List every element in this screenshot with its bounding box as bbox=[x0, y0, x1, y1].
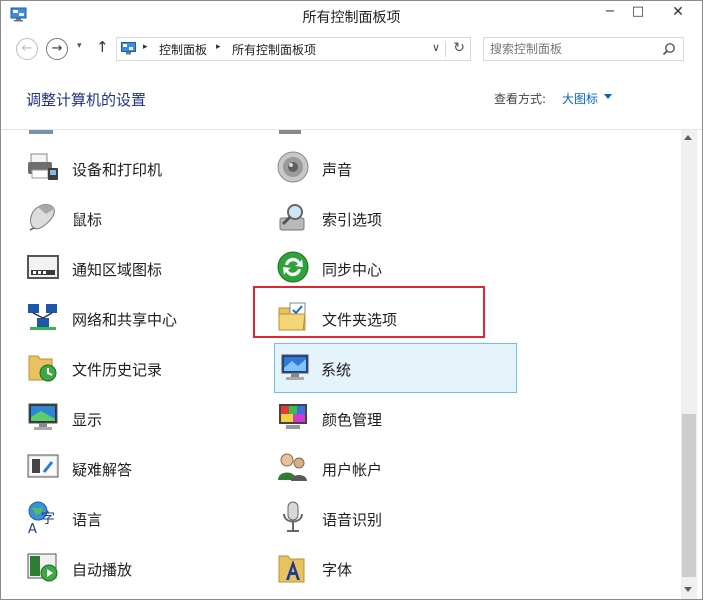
recent-locations-chevron-icon[interactable]: ▾ bbox=[77, 41, 82, 51]
item-label: 字体 bbox=[322, 561, 353, 579]
svg-text:A: A bbox=[28, 522, 37, 534]
breadcrumb-control-panel[interactable]: 控制面板 bbox=[159, 41, 207, 58]
breadcrumb-all-items[interactable]: 所有控制面板项 bbox=[232, 41, 316, 58]
scroll-up-arrow-icon[interactable] bbox=[684, 135, 692, 140]
control-panel-icon bbox=[121, 42, 136, 55]
item-label: 同步中心 bbox=[322, 261, 383, 279]
item-language[interactable]: 字 A 语言 bbox=[26, 498, 270, 538]
users-icon bbox=[278, 453, 307, 481]
item-label: 设备和打印机 bbox=[72, 161, 163, 179]
item-label: 声音 bbox=[322, 161, 353, 179]
item-file-history[interactable]: 文件历史记录 bbox=[26, 348, 270, 388]
item-indexing-options[interactable]: 索引选项 bbox=[276, 198, 520, 238]
page-title: 调整计算机的设置 bbox=[26, 91, 147, 109]
item-system[interactable]: 系统 bbox=[274, 343, 517, 393]
item-label: 颜色管理 bbox=[322, 411, 383, 429]
item-devices-printers[interactable]: 设备和打印机 bbox=[26, 148, 270, 188]
color-management-icon bbox=[279, 404, 307, 429]
item-label: 自动播放 bbox=[72, 561, 133, 579]
item-display[interactable]: 显示 bbox=[26, 398, 270, 438]
vertical-scrollbar[interactable] bbox=[681, 130, 697, 599]
item-autoplay[interactable]: 自动播放 bbox=[26, 548, 270, 588]
item-sync-center[interactable]: 同步中心 bbox=[276, 248, 520, 288]
item-color-management[interactable]: 颜色管理 bbox=[276, 398, 520, 438]
control-panel-window: 所有控制面板项 − □ ✕ ← → ▾ ↑ ▸ 控制面板 ▸ 所有控制面板项 ∨… bbox=[0, 0, 703, 600]
item-label: 语音识别 bbox=[322, 511, 383, 529]
item-label: 文件夹选项 bbox=[322, 311, 398, 329]
page-header: 调整计算机的设置 查看方式: 大图标 bbox=[1, 65, 702, 130]
address-dropdown-icon[interactable]: ∨ bbox=[432, 41, 440, 54]
items-list: 设备和打印机 声音 鼠标 索引选项 通知区域图标 同步中心 网络和共享中心 文件… bbox=[1, 130, 681, 599]
view-by-caret-icon[interactable] bbox=[604, 94, 612, 99]
display-icon bbox=[28, 403, 58, 430]
partial-item-icon bbox=[279, 130, 301, 134]
title-bar[interactable]: 所有控制面板项 − □ ✕ bbox=[1, 1, 702, 31]
navigation-bar: ← → ▾ ↑ ▸ 控制面板 ▸ 所有控制面板项 ∨ ↻ bbox=[1, 33, 702, 65]
speaker-icon bbox=[277, 151, 309, 183]
item-user-accounts[interactable]: 用户帐户 bbox=[276, 448, 520, 488]
search-icon[interactable] bbox=[662, 42, 676, 56]
network-icon bbox=[28, 304, 57, 330]
item-sound[interactable]: 声音 bbox=[276, 148, 520, 188]
item-speech-recognition[interactable]: 语音识别 bbox=[276, 498, 520, 538]
view-by-label: 查看方式: bbox=[494, 92, 547, 106]
folder-options-icon bbox=[278, 302, 306, 331]
breadcrumb-separator-icon[interactable]: ▸ bbox=[143, 42, 148, 52]
item-label: 显示 bbox=[72, 411, 103, 429]
view-by-dropdown[interactable]: 大图标 bbox=[562, 90, 598, 107]
scroll-down-arrow-icon[interactable] bbox=[684, 587, 692, 592]
file-history-icon bbox=[28, 355, 57, 382]
taskbar-icon bbox=[27, 255, 59, 279]
item-label: 鼠标 bbox=[72, 211, 103, 229]
item-notification-area-icons[interactable]: 通知区域图标 bbox=[26, 248, 270, 288]
up-button[interactable]: ↑ bbox=[96, 38, 109, 56]
troubleshooting-icon bbox=[27, 454, 59, 478]
maximize-button[interactable]: □ bbox=[624, 1, 652, 23]
address-divider bbox=[445, 41, 446, 57]
item-network-sharing-center[interactable]: 网络和共享中心 bbox=[26, 298, 270, 338]
item-fonts[interactable]: 字体 bbox=[276, 548, 520, 588]
scrollbar-thumb[interactable] bbox=[682, 414, 696, 577]
sync-icon bbox=[277, 251, 309, 283]
minimize-button[interactable]: − bbox=[596, 1, 624, 23]
back-button[interactable]: ← bbox=[16, 38, 38, 60]
mouse-icon bbox=[29, 204, 55, 231]
item-label: 系统 bbox=[321, 361, 352, 379]
search-box[interactable] bbox=[483, 37, 684, 61]
computer-icon bbox=[281, 354, 309, 380]
item-troubleshooting[interactable]: 疑难解答 bbox=[26, 448, 270, 488]
item-folder-options[interactable]: 文件夹选项 bbox=[276, 298, 520, 338]
close-button[interactable]: ✕ bbox=[654, 1, 702, 23]
item-label: 用户帐户 bbox=[322, 461, 383, 479]
printer-icon bbox=[28, 153, 58, 180]
refresh-button[interactable]: ↻ bbox=[453, 40, 465, 56]
item-label: 文件历史记录 bbox=[72, 361, 163, 379]
item-label: 网络和共享中心 bbox=[72, 311, 178, 329]
fonts-folder-icon bbox=[278, 555, 305, 583]
partial-item-icon bbox=[29, 130, 53, 134]
svg-text:字: 字 bbox=[41, 511, 55, 527]
microphone-icon bbox=[283, 501, 303, 532]
breadcrumb-separator-icon[interactable]: ▸ bbox=[216, 42, 221, 52]
language-icon: 字 A bbox=[28, 501, 55, 534]
address-bar[interactable]: ▸ 控制面板 ▸ 所有控制面板项 ∨ ↻ bbox=[116, 37, 471, 61]
item-label: 疑难解答 bbox=[72, 461, 133, 479]
item-label: 通知区域图标 bbox=[72, 261, 163, 279]
autoplay-icon bbox=[27, 553, 58, 582]
item-label: 索引选项 bbox=[322, 211, 383, 229]
search-input[interactable] bbox=[490, 40, 655, 58]
item-mouse[interactable]: 鼠标 bbox=[26, 198, 270, 238]
item-label: 语言 bbox=[72, 511, 103, 529]
indexing-icon bbox=[279, 204, 305, 231]
forward-button[interactable]: → bbox=[46, 38, 68, 60]
